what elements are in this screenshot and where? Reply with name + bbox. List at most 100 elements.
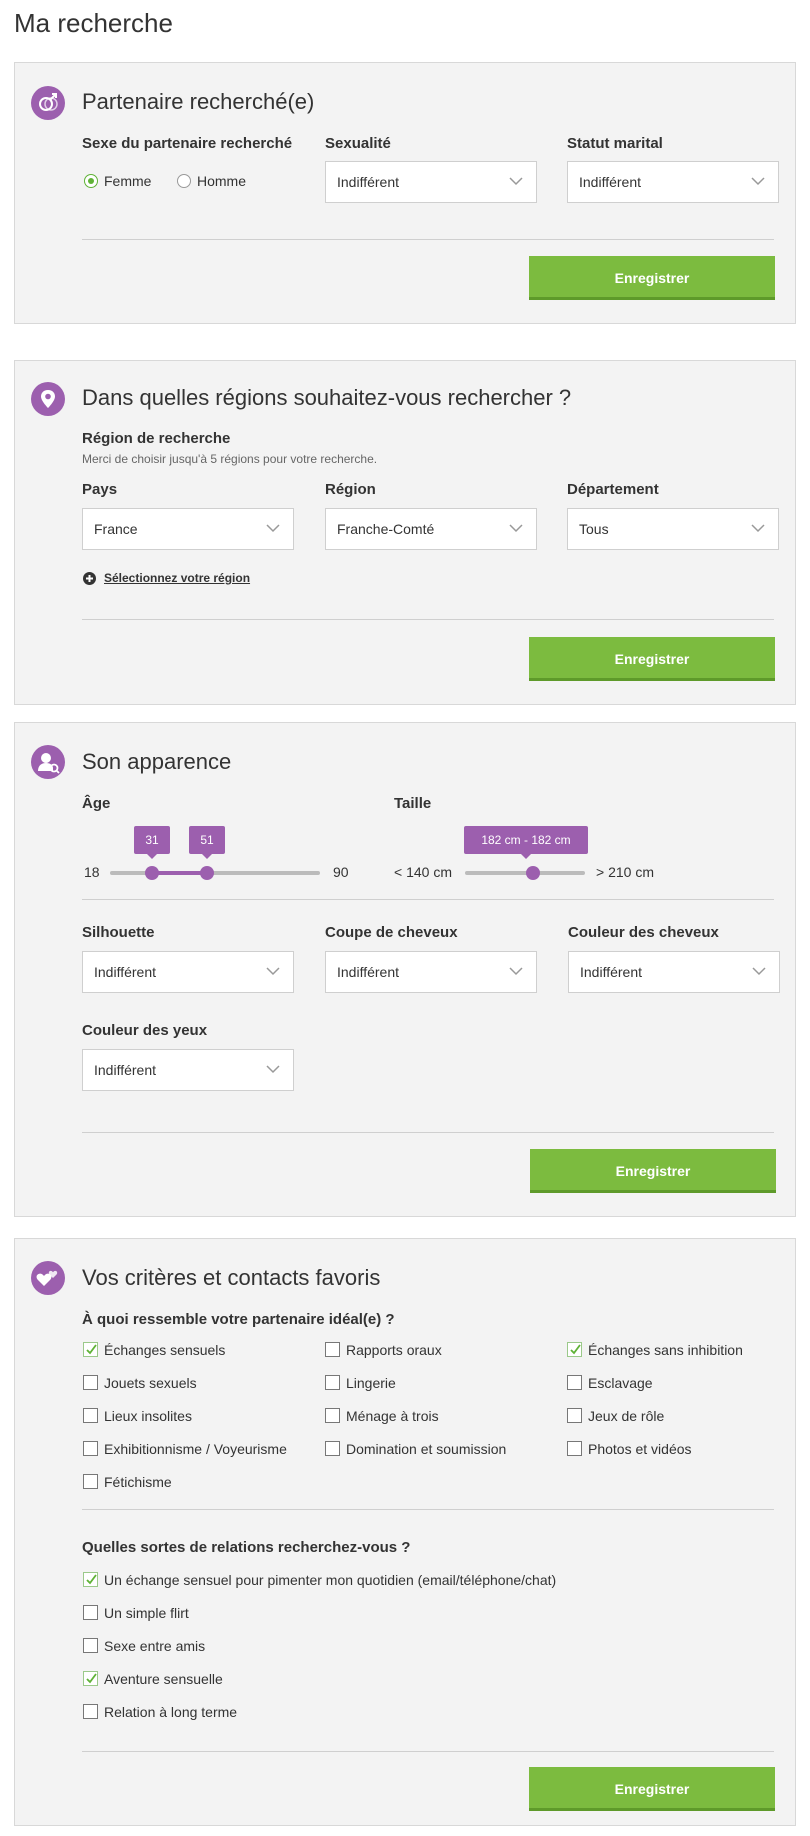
dept-label: Département xyxy=(567,481,659,498)
marital-select[interactable]: Indifférent xyxy=(567,161,779,203)
sexuality-select[interactable]: Indifférent xyxy=(325,161,537,203)
checkbox[interactable] xyxy=(83,1441,98,1456)
checkbox-label[interactable]: Un échange sensuel pour pimenter mon quo… xyxy=(104,1572,556,1588)
size-max: > 210 cm xyxy=(596,864,654,880)
eyes-select[interactable]: Indifférent xyxy=(82,1049,294,1091)
section-title: Son apparence xyxy=(82,749,232,774)
haircut-select[interactable]: Indifférent xyxy=(325,951,537,993)
checkbox[interactable] xyxy=(325,1342,340,1357)
checkbox-label[interactable]: Jeux de rôle xyxy=(588,1408,664,1424)
checkbox-label[interactable]: Lingerie xyxy=(346,1375,396,1391)
location-pin-icon xyxy=(31,382,65,416)
checkbox-label[interactable]: Domination et soumission xyxy=(346,1441,506,1457)
size-min: < 140 cm xyxy=(394,864,452,880)
save-button[interactable]: Enregistrer xyxy=(529,1767,775,1811)
country-select[interactable]: France xyxy=(82,508,294,550)
section-title: Dans quelles régions souhaitez-vous rech… xyxy=(82,385,572,410)
checkbox[interactable] xyxy=(83,1342,98,1357)
checkbox[interactable] xyxy=(83,1638,98,1653)
region-heading: Région de recherche xyxy=(82,430,231,447)
save-button[interactable]: Enregistrer xyxy=(529,637,775,681)
silhouette-label: Silhouette xyxy=(82,924,155,941)
checkbox[interactable] xyxy=(83,1704,98,1719)
section-title: Vos critères et contacts favoris xyxy=(82,1265,381,1290)
age-max: 90 xyxy=(333,864,349,880)
region-select[interactable]: Franche-Comté xyxy=(325,508,537,550)
silhouette-select[interactable]: Indifférent xyxy=(82,951,294,993)
checkbox-label[interactable]: Rapports oraux xyxy=(346,1342,442,1358)
checkbox-label[interactable]: Sexe entre amis xyxy=(104,1638,205,1654)
checkbox[interactable] xyxy=(83,1572,98,1587)
size-handle[interactable] xyxy=(526,866,540,880)
regions-card: Dans quelles régions souhaitez-vous rech… xyxy=(14,360,796,705)
age-low-handle[interactable] xyxy=(145,866,159,880)
checkbox-label[interactable]: Aventure sensuelle xyxy=(104,1671,223,1687)
checkbox-label[interactable]: Exhibitionnisme / Voyeurisme xyxy=(104,1441,287,1457)
chevron-down-icon xyxy=(751,524,765,533)
age-track[interactable] xyxy=(110,871,320,875)
checkbox[interactable] xyxy=(83,1375,98,1390)
gender-icon xyxy=(31,86,65,120)
checkbox-label[interactable]: Photos et vidéos xyxy=(588,1441,692,1457)
age-label: Âge xyxy=(82,795,111,812)
radio-femme-label[interactable]: Femme xyxy=(104,173,151,189)
checkbox[interactable] xyxy=(325,1441,340,1456)
plus-icon[interactable] xyxy=(83,572,96,585)
divider xyxy=(82,1509,774,1510)
haircolor-label: Couleur des cheveux xyxy=(568,924,719,941)
haircolor-value: Indifférent xyxy=(580,964,643,980)
age-high-tooltip: 51 xyxy=(189,826,225,859)
checkbox-label[interactable]: Relation à long terme xyxy=(104,1704,237,1720)
hearts-icon xyxy=(31,1261,65,1295)
haircut-label: Coupe de cheveux xyxy=(325,924,458,941)
sex-label: Sexe du partenaire recherché xyxy=(82,135,293,152)
checkbox-label[interactable]: Lieux insolites xyxy=(104,1408,192,1424)
size-label: Taille xyxy=(394,795,432,812)
checkbox[interactable] xyxy=(325,1375,340,1390)
appearance-card: Son apparence Âge 31 51 18 90 Taille 182… xyxy=(14,722,796,1217)
checkbox[interactable] xyxy=(567,1441,582,1456)
country-value: France xyxy=(94,521,138,537)
region-value: Franche-Comté xyxy=(337,521,435,537)
select-region-link[interactable]: Sélectionnez votre région xyxy=(104,571,250,585)
marital-label: Statut marital xyxy=(567,135,663,152)
marital-value: Indifférent xyxy=(579,174,642,190)
checkbox[interactable] xyxy=(83,1605,98,1620)
haircolor-select[interactable]: Indifférent xyxy=(568,951,780,993)
checkbox[interactable] xyxy=(567,1342,582,1357)
checkbox[interactable] xyxy=(325,1408,340,1423)
chevron-down-icon xyxy=(509,177,523,186)
checkbox-label[interactable]: Ménage à trois xyxy=(346,1408,439,1424)
age-high-handle[interactable] xyxy=(200,866,214,880)
chevron-down-icon xyxy=(266,1065,280,1074)
size-track[interactable] xyxy=(465,871,585,875)
radio-femme[interactable] xyxy=(84,174,98,188)
save-button[interactable]: Enregistrer xyxy=(529,256,775,300)
radio-homme-label[interactable]: Homme xyxy=(197,173,246,189)
haircut-value: Indifférent xyxy=(337,964,400,980)
chevron-down-icon xyxy=(509,524,523,533)
region-note: Merci de choisir jusqu'à 5 régions pour … xyxy=(82,452,378,466)
ideal-question: À quoi ressemble votre partenaire idéal(… xyxy=(82,1311,395,1328)
checkbox-label[interactable]: Esclavage xyxy=(588,1375,653,1391)
checkbox-label[interactable]: Jouets sexuels xyxy=(104,1375,197,1391)
checkbox-label[interactable]: Échanges sensuels xyxy=(104,1342,225,1358)
checkbox-label[interactable]: Un simple flirt xyxy=(104,1605,189,1621)
chevron-down-icon xyxy=(266,967,280,976)
checkbox[interactable] xyxy=(567,1375,582,1390)
dept-select[interactable]: Tous xyxy=(567,508,779,550)
partner-card: Partenaire recherché(e) Sexe du partenai… xyxy=(14,62,796,324)
divider xyxy=(82,1132,774,1133)
checkbox[interactable] xyxy=(83,1671,98,1686)
chevron-down-icon xyxy=(509,967,523,976)
save-button[interactable]: Enregistrer xyxy=(530,1149,776,1193)
checkbox-label[interactable]: Échanges sans inhibition xyxy=(588,1342,743,1358)
checkbox[interactable] xyxy=(567,1408,582,1423)
sexuality-value: Indifférent xyxy=(337,174,400,190)
radio-homme[interactable] xyxy=(177,174,191,188)
checkbox[interactable] xyxy=(83,1408,98,1423)
checkbox[interactable] xyxy=(83,1474,98,1489)
checkbox-label[interactable]: Fétichisme xyxy=(104,1474,172,1490)
section-title: Partenaire recherché(e) xyxy=(82,89,315,114)
divider xyxy=(82,239,774,240)
